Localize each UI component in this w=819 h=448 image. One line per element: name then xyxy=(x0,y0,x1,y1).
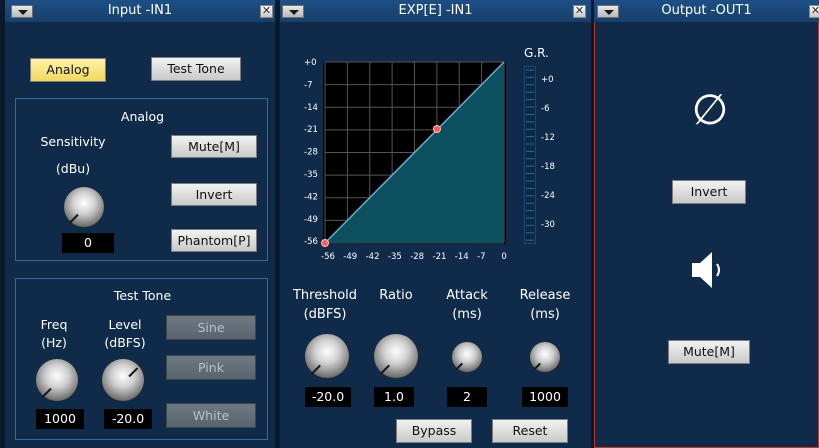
gr-tick-label: -6 xyxy=(541,104,549,114)
output-close-icon[interactable]: ✕ xyxy=(809,5,819,18)
graph-y-tick-label: -42 xyxy=(304,192,318,202)
graph-x-tick-label: -56 xyxy=(321,252,335,262)
level-label: Level xyxy=(108,317,142,332)
analog-heading: Analog xyxy=(120,109,165,124)
graph-y-tick-label: -35 xyxy=(304,170,318,180)
output-mute-button[interactable]: Mute[M] xyxy=(668,340,750,364)
threshold-unit: (dBFS) xyxy=(303,307,347,322)
level-value[interactable]: -20.0 xyxy=(104,409,152,429)
attack-value[interactable]: 2 xyxy=(447,387,487,407)
analog-source-button[interactable]: Analog xyxy=(30,58,106,82)
gr-label: G.R. xyxy=(524,46,549,60)
threshold-point[interactable] xyxy=(433,125,441,133)
graph-y-tick-label: -7 xyxy=(304,80,312,90)
test-tone-source-button[interactable]: Test Tone xyxy=(151,57,241,81)
freq-label: Freq xyxy=(40,317,68,332)
sensitivity-value[interactable]: 0 xyxy=(62,233,114,253)
input-titlebar: Input -IN1 ✕ xyxy=(5,0,275,22)
graph-x-tick-label: -28 xyxy=(410,252,424,262)
phantom-button[interactable]: Phantom[P] xyxy=(171,229,257,252)
sensitivity-unit: (dBu) xyxy=(55,161,91,176)
graph-x-tick-label: 0 xyxy=(501,252,506,262)
sine-button[interactable]: Sine xyxy=(166,315,256,340)
exp-panel: EXP[E] -IN1 ✕ +0 -7 -14 -21 -28 -35 -42 -49 -56 … xyxy=(280,0,591,448)
exp-close-icon[interactable]: ✕ xyxy=(573,5,586,18)
graph-x-tick-label: -42 xyxy=(366,252,380,262)
expander-graph[interactable]: +0 -7 -14 -21 -28 -35 -42 -49 -56 -56 -49 -42 -35 -2… xyxy=(280,0,520,265)
graph-x-tick-label: -7 xyxy=(477,252,485,262)
bypass-button[interactable]: Bypass xyxy=(396,419,472,443)
graph-x-tick-label: -21 xyxy=(433,252,447,262)
output-title: Output -OUT1 xyxy=(661,3,752,18)
input-mute-button[interactable]: Mute[M] xyxy=(171,135,257,158)
gr-tick-label: -30 xyxy=(541,220,555,230)
freq-knob[interactable] xyxy=(36,359,78,401)
release-knob[interactable] xyxy=(530,342,560,372)
output-titlebar: Output -OUT1 ✕ xyxy=(594,0,819,22)
attack-unit: (ms) xyxy=(452,307,482,322)
graph-y-tick-label: -28 xyxy=(304,148,318,158)
input-panel: Input -IN1 ✕ Analog Test Tone Analog Sen… xyxy=(5,0,275,448)
gr-tick-label: -24 xyxy=(541,191,555,201)
sensitivity-knob[interactable] xyxy=(64,187,104,227)
pink-button[interactable]: Pink xyxy=(166,355,256,380)
gr-tick-label: +0 xyxy=(541,75,554,85)
speaker-icon xyxy=(692,252,720,288)
graph-y-tick-label: -49 xyxy=(304,215,318,225)
graph-y-tick-label: -56 xyxy=(304,237,318,247)
graph-x-tick-label: -49 xyxy=(343,252,357,262)
attack-label: Attack xyxy=(446,288,488,303)
graph-y-ticks: +0 -7 -14 -21 -28 -35 -42 -49 -56 xyxy=(304,58,318,247)
graph-x-tick-label: -35 xyxy=(388,252,402,262)
test-tone-heading: Test Tone xyxy=(113,288,172,303)
input-title: Input -IN1 xyxy=(107,3,173,18)
graph-x-tick-label: -14 xyxy=(455,252,469,262)
output-invert-button[interactable]: Invert xyxy=(672,180,746,204)
analog-group: Analog Sensitivity (dBu) 0 Mute[M] Inver… xyxy=(15,98,268,261)
graph-y-tick-label: -14 xyxy=(304,103,318,113)
white-button[interactable]: White xyxy=(166,403,256,428)
threshold-value[interactable]: -20.0 xyxy=(305,387,351,407)
ratio-knob[interactable] xyxy=(374,334,418,378)
threshold-knob[interactable] xyxy=(305,334,349,378)
gr-meter-scale: +0 -6 -12 -18 -24 -30 xyxy=(526,69,555,241)
ratio-label: Ratio xyxy=(379,288,413,303)
freq-unit: (Hz) xyxy=(41,335,67,350)
release-unit: (ms) xyxy=(530,307,560,322)
graph-y-tick-label: -21 xyxy=(304,125,318,135)
attack-knob[interactable] xyxy=(452,342,482,372)
graph-y-tick-label: +0 xyxy=(304,58,317,68)
gr-tick-label: -12 xyxy=(541,133,555,143)
input-close-icon[interactable]: ✕ xyxy=(260,5,273,18)
ratio-value[interactable]: 1.0 xyxy=(374,387,414,407)
level-unit: (dBFS) xyxy=(104,335,146,350)
release-value[interactable]: 1000 xyxy=(522,387,568,407)
input-invert-button[interactable]: Invert xyxy=(171,183,257,206)
freq-value[interactable]: 1000 xyxy=(36,409,84,429)
threshold-label: Threshold xyxy=(292,288,358,303)
sensitivity-label: Sensitivity xyxy=(40,134,106,149)
gr-tick-label: -18 xyxy=(541,162,555,172)
output-panel: Output -OUT1 ✕ ∅ Invert Mute[M] xyxy=(594,0,819,448)
test-tone-group: Test Tone Freq (Hz) Level (dBFS) 1000 -2… xyxy=(15,278,268,440)
level-knob[interactable] xyxy=(102,359,144,401)
release-label: Release xyxy=(519,288,571,303)
reset-button[interactable]: Reset xyxy=(492,419,568,443)
origin-point[interactable] xyxy=(321,239,329,247)
phase-icon: ∅ xyxy=(691,85,729,134)
graph-x-ticks: -56 -49 -42 -35 -28 -21 -14 -7 0 xyxy=(321,252,507,262)
